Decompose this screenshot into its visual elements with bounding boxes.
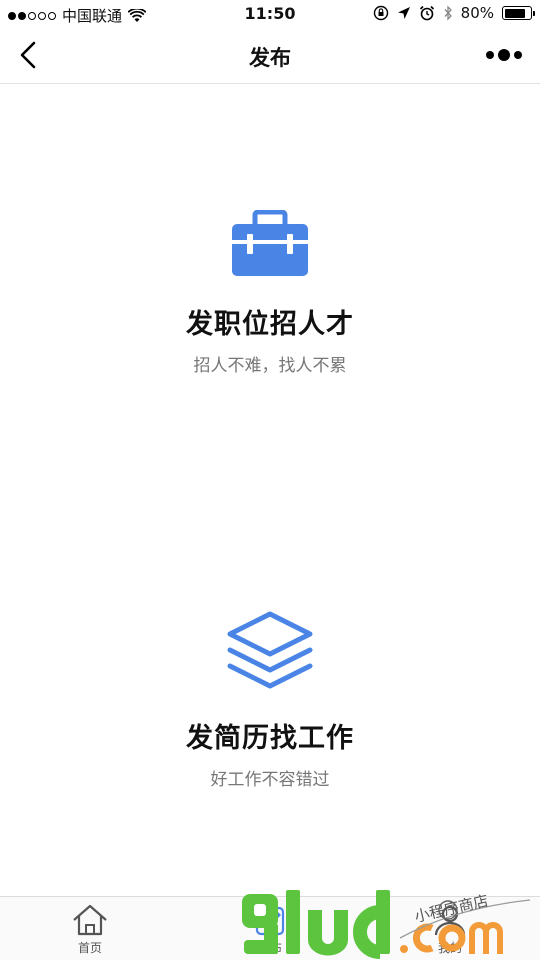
post-resume-title: 发简历找工作 <box>186 723 354 754</box>
post-job-title: 发职位招人才 <box>186 309 354 340</box>
post-resume-subtitle: 好工作不容错过 <box>210 770 330 790</box>
more-dot-icon <box>498 49 510 61</box>
tab-mine-label: 我的 <box>437 941 462 955</box>
alarm-icon <box>419 5 434 21</box>
more-button[interactable] <box>486 46 522 64</box>
rotation-lock-icon <box>373 5 388 21</box>
layers-icon <box>227 611 313 689</box>
home-icon <box>73 904 107 936</box>
more-dot-icon <box>514 51 522 59</box>
navigation-bar: 发布 <box>0 28 540 84</box>
more-dot-icon <box>486 51 494 59</box>
user-icon <box>434 905 466 936</box>
location-icon <box>397 7 410 19</box>
tab-publish[interactable]: 发布 <box>220 903 320 956</box>
status-right: 80% <box>373 4 535 22</box>
post-job-option[interactable]: 发职位招人才 招人不难，找人不累 <box>0 210 540 376</box>
tab-home-label: 首页 <box>77 941 102 955</box>
tab-home[interactable]: 首页 <box>40 903 140 956</box>
status-bar: 中国联通 11:50 80% <box>0 0 540 28</box>
tab-bar: 首页 发布 我的 <box>0 896 540 960</box>
battery-icon <box>502 6 535 20</box>
page-title: 发布 <box>249 46 291 70</box>
battery-percent: 80% <box>460 4 494 22</box>
briefcase-icon <box>232 210 308 276</box>
tab-mine[interactable]: 我的 <box>400 903 500 956</box>
post-job-subtitle: 招人不难，找人不累 <box>193 356 347 376</box>
edit-icon <box>255 906 285 936</box>
post-resume-option[interactable]: 发简历找工作 好工作不容错过 <box>0 610 540 790</box>
tab-publish-label: 发布 <box>257 941 282 955</box>
bluetooth-icon <box>444 5 452 21</box>
